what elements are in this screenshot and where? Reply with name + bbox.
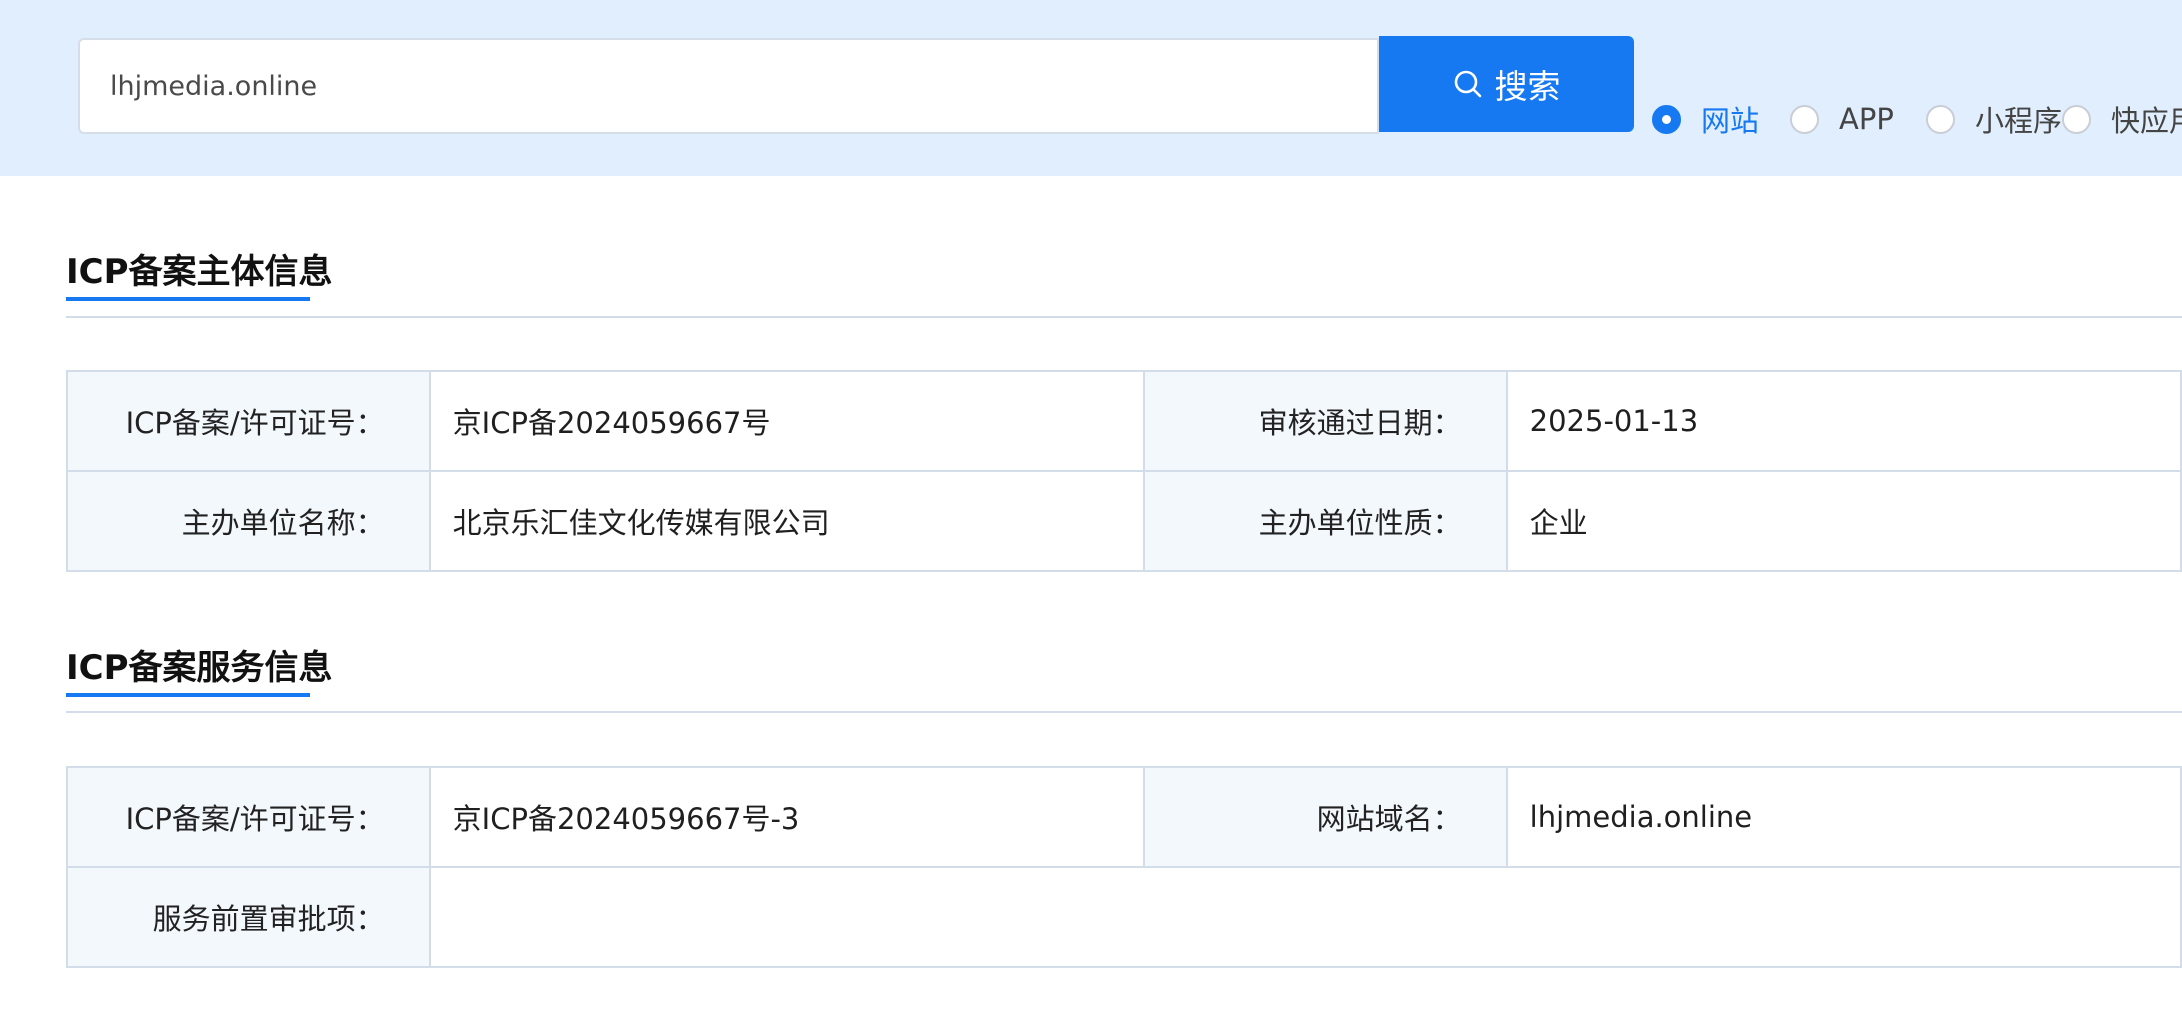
- organizer-name-value: 北京乐汇佳文化传媒有限公司: [430, 472, 1145, 572]
- radio-quick-app[interactable]: 快应用: [2062, 97, 2182, 141]
- domain-value: lhjmedia.online: [1507, 768, 2182, 868]
- radio-label: APP: [1839, 102, 1894, 136]
- search-button-label: 搜索: [1494, 67, 1561, 106]
- approval-date-label: 审核通过日期：: [1144, 372, 1508, 472]
- organizer-type-value: 企业: [1507, 472, 2182, 572]
- organizer-name-label: 主办单位名称：: [68, 472, 431, 572]
- radio-dot: [1790, 104, 1819, 134]
- radio-label: 网站: [1701, 104, 1760, 138]
- domain-label: 网站域名：: [1144, 768, 1508, 868]
- search-band: lhjmedia.online 搜索 网站 APP 小程序 快应用: [0, 0, 2182, 176]
- service-section-title: ICP备案服务信息: [66, 648, 333, 688]
- service-info-table: ICP备案/许可证号： 京ICP备2024059667号-3 网站域名： lhj…: [66, 766, 2182, 968]
- subject-section-rule: [66, 316, 2182, 318]
- subject-section-underline: [66, 297, 310, 301]
- pre-approval-label: 服务前置审批项：: [68, 868, 431, 968]
- radio-website[interactable]: 网站: [1652, 97, 1759, 141]
- pre-approval-value: [430, 868, 2182, 968]
- subject-section-title: ICP备案主体信息: [66, 252, 333, 292]
- record-number-label: ICP备案/许可证号：: [68, 372, 431, 472]
- service-section-underline: [66, 693, 310, 697]
- subject-info-table: ICP备案/许可证号： 京ICP备2024059667号 审核通过日期： 202…: [66, 370, 2182, 572]
- table-row: ICP备案/许可证号： 京ICP备2024059667号-3 网站域名： lhj…: [68, 768, 2182, 868]
- radio-dot: [1652, 104, 1681, 134]
- radio-dot: [2062, 104, 2091, 134]
- approval-date-value: 2025-01-13: [1507, 372, 2182, 472]
- service-section-rule: [66, 711, 2182, 713]
- radio-label: 小程序: [1975, 104, 2063, 138]
- table-row: 服务前置审批项：: [68, 868, 2182, 968]
- radio-label: 快应用: [2111, 104, 2182, 138]
- radio-mini-program[interactable]: 小程序: [1926, 97, 2062, 141]
- radio-app[interactable]: APP: [1790, 97, 1894, 141]
- organizer-type-label: 主办单位性质：: [1144, 472, 1508, 572]
- search-icon: [1454, 70, 1481, 98]
- search-input[interactable]: lhjmedia.online: [78, 38, 1379, 134]
- radio-dot: [1926, 104, 1955, 134]
- search-button[interactable]: 搜索: [1379, 36, 1634, 132]
- table-row: 主办单位名称： 北京乐汇佳文化传媒有限公司 主办单位性质： 企业: [68, 472, 2182, 572]
- record-number-value: 京ICP备2024059667号: [430, 372, 1145, 472]
- table-row: ICP备案/许可证号： 京ICP备2024059667号 审核通过日期： 202…: [68, 372, 2182, 472]
- service-record-number-value: 京ICP备2024059667号-3: [430, 768, 1145, 868]
- service-record-number-label: ICP备案/许可证号：: [68, 768, 431, 868]
- search-input-value: lhjmedia.online: [110, 70, 318, 102]
